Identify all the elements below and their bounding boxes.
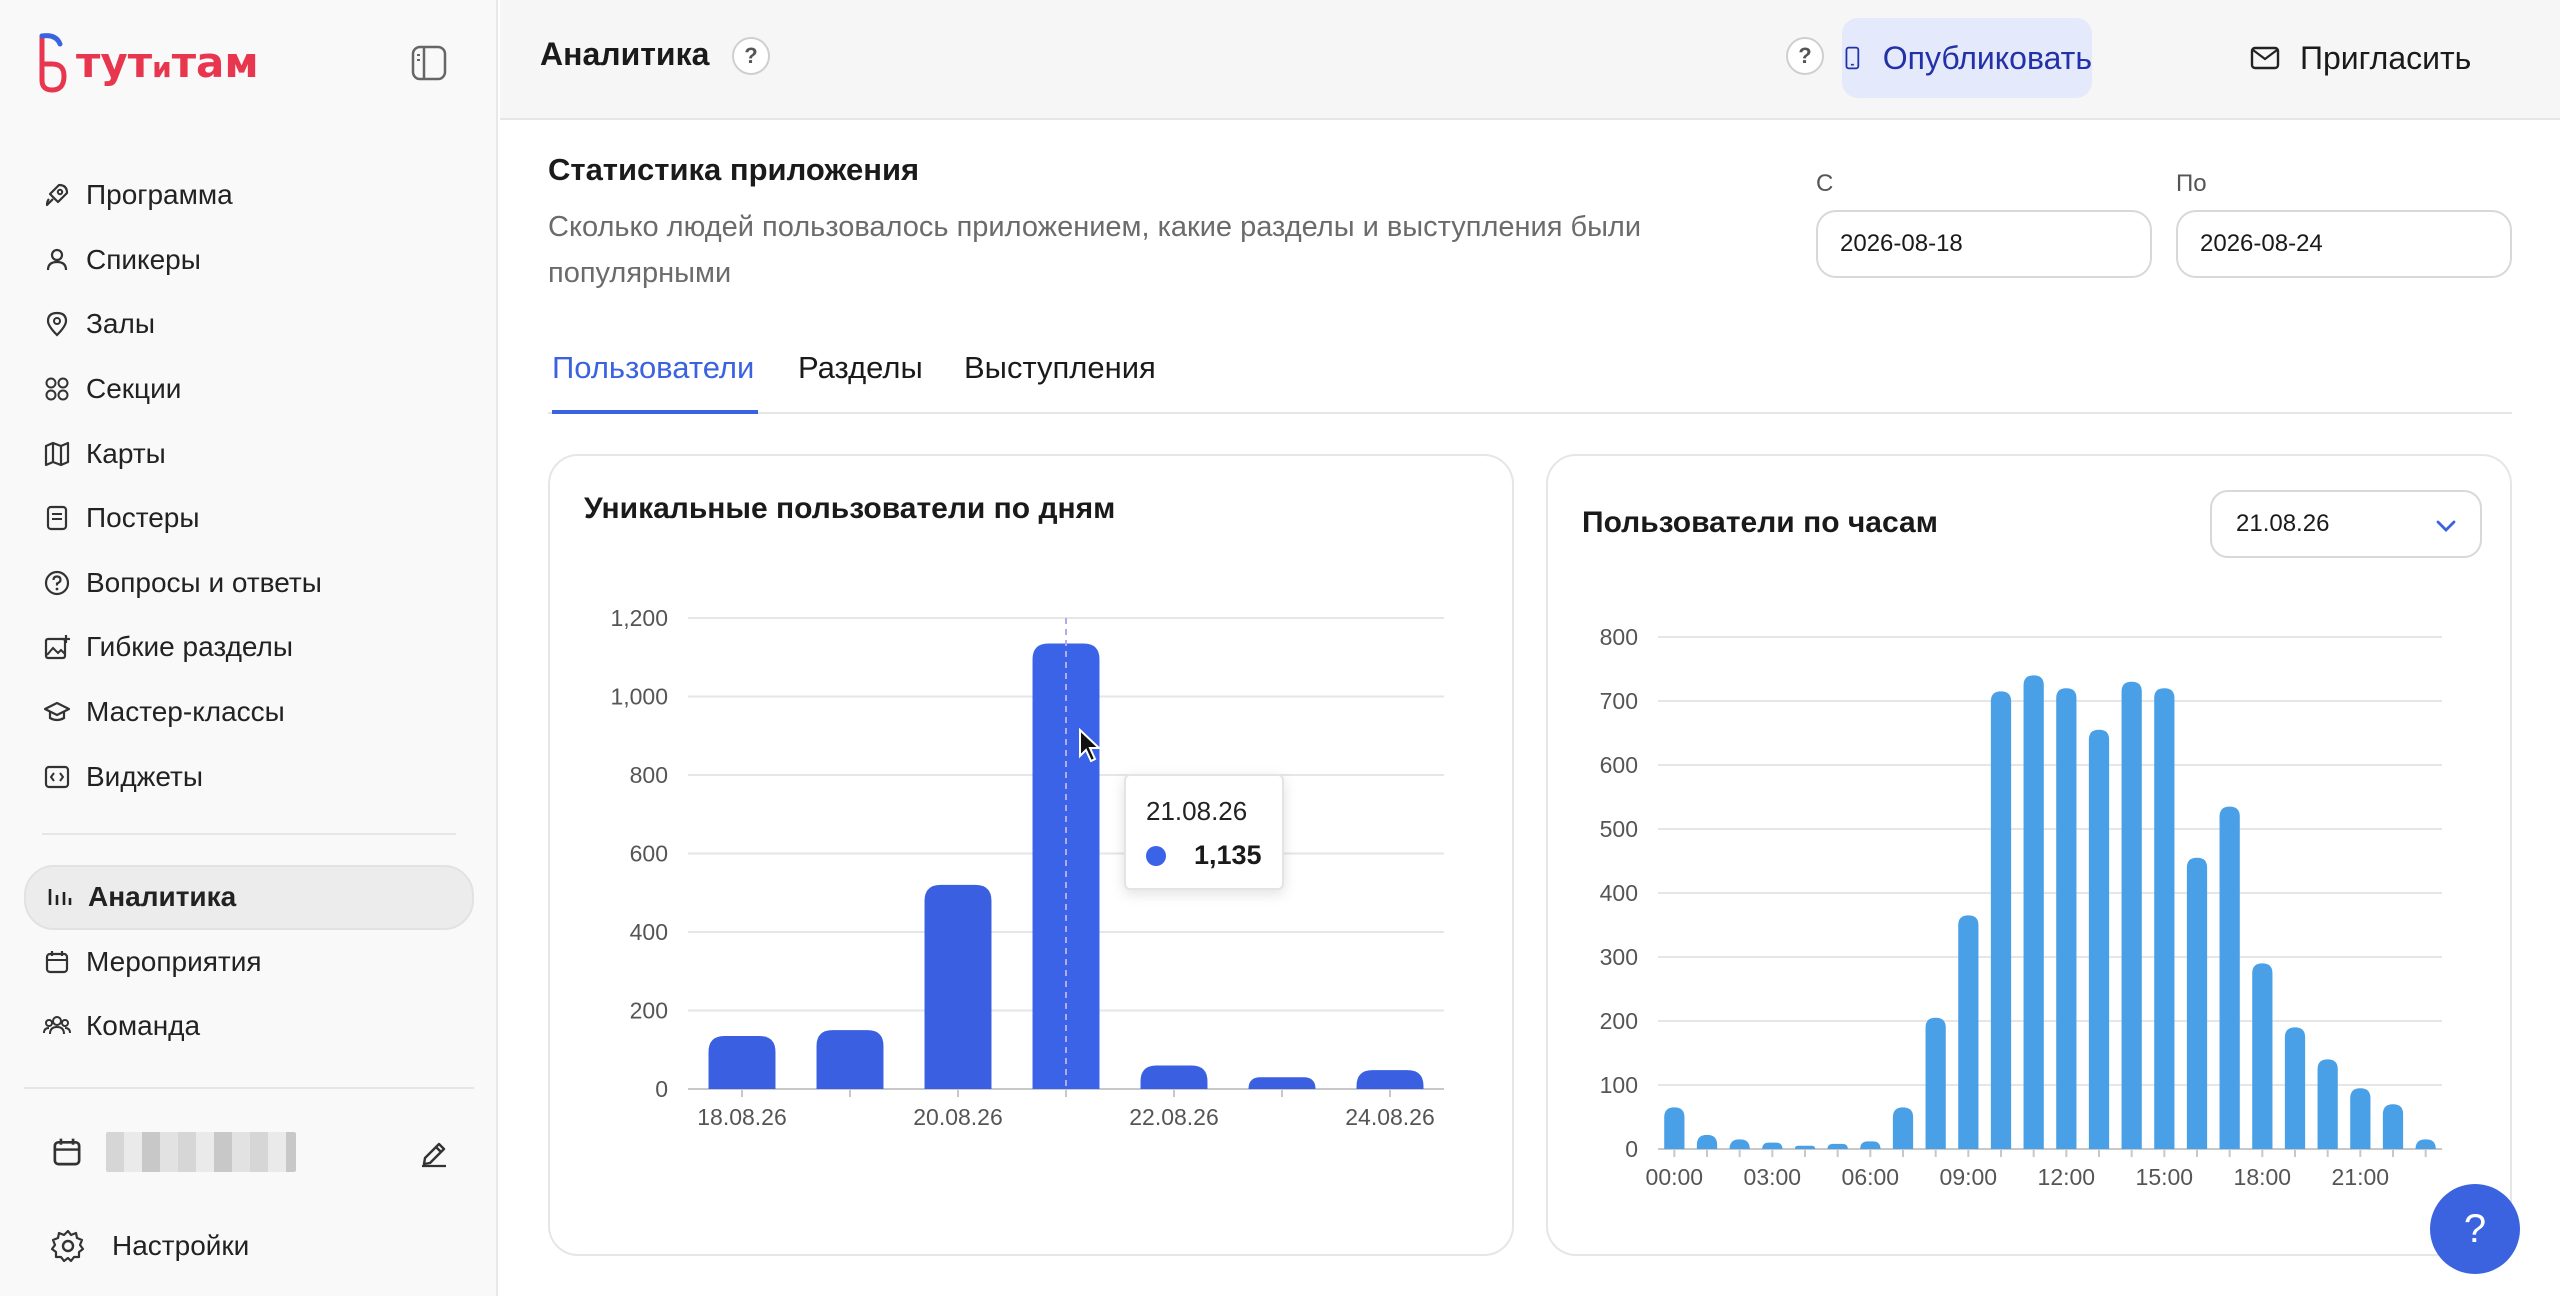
chart-bar: [2023, 675, 2044, 1149]
chart-bar: [2252, 963, 2273, 1149]
help-fab-button[interactable]: ?: [2430, 1184, 2520, 1274]
chart-bar: [1958, 915, 1979, 1149]
y-tick-label: 800: [630, 762, 668, 788]
y-tick-label: 400: [1600, 880, 1638, 906]
chart-bar: [2284, 1027, 2306, 1149]
x-tick-label: 09:00: [1940, 1164, 1998, 1190]
y-tick-label: 200: [1600, 1008, 1638, 1034]
chart-bar: [2088, 729, 2110, 1149]
y-tick-label: 600: [630, 841, 668, 867]
tooltip-date: 21.08.26: [1146, 796, 1248, 826]
y-tick-label: 200: [630, 998, 668, 1024]
x-tick-label: 12:00: [2038, 1164, 2096, 1190]
x-tick-label: 15:00: [2136, 1164, 2194, 1190]
chart-bar: [2382, 1104, 2404, 1149]
chart-bar: [816, 1030, 884, 1089]
chart-bar: [1356, 1070, 1424, 1089]
chart-bar: [1248, 1077, 1316, 1089]
chart-bar: [2154, 688, 2175, 1149]
chart-bar: [2219, 806, 2240, 1149]
chart-bar: [1925, 1017, 1946, 1149]
tooltip-value: 1,135: [1194, 840, 1262, 870]
mouse-cursor-icon: [1079, 728, 1102, 763]
y-tick-label: 400: [630, 919, 668, 945]
y-tick-label: 800: [1600, 624, 1638, 650]
x-tick-label: 18:00: [2234, 1164, 2292, 1190]
y-tick-label: 0: [655, 1076, 668, 1102]
chart-bar: [2186, 857, 2208, 1149]
chart-bar: [1140, 1065, 1208, 1089]
tooltip-series-dot: [1146, 846, 1166, 866]
chart-bar: [2121, 681, 2142, 1149]
y-tick-label: 600: [1600, 752, 1638, 778]
chart-bar: [2317, 1059, 2338, 1149]
y-tick-label: 300: [1600, 944, 1638, 970]
y-tick-label: 0: [1625, 1136, 1638, 1162]
x-tick-label: 06:00: [1842, 1164, 1900, 1190]
x-tick-label: 20.08.26: [913, 1104, 1003, 1130]
x-tick-label: 22.08.26: [1129, 1104, 1219, 1130]
chart-bar: [1696, 1134, 1718, 1149]
x-tick-label: 00:00: [1646, 1164, 1704, 1190]
x-tick-label: 21:00: [2332, 1164, 2390, 1190]
y-tick-label: 700: [1600, 688, 1638, 714]
chart-bar: [708, 1036, 776, 1089]
y-tick-label: 1,000: [610, 684, 668, 710]
chart-bar: [2350, 1088, 2371, 1149]
y-tick-label: 500: [1600, 816, 1638, 842]
chart-bar: [1762, 1142, 1783, 1149]
x-tick-label: 03:00: [1744, 1164, 1802, 1190]
x-tick-label: 24.08.26: [1345, 1104, 1435, 1130]
chart-bar: [1860, 1141, 1881, 1149]
chart-bar: [1827, 1143, 1848, 1149]
x-tick-label: 18.08.26: [697, 1104, 787, 1130]
y-tick-label: 1,200: [610, 605, 668, 631]
chart-bar: [1664, 1107, 1685, 1149]
chart-bar: [2415, 1139, 2436, 1149]
charts-layer: 0 200 400 600 800 1,000 1,200 18.08.26 20.08.26 2…: [610, 605, 2442, 1190]
chart-bar: [2056, 688, 2077, 1149]
y-tick-label: 100: [1600, 1072, 1638, 1098]
chart-bar: [1892, 1107, 1914, 1149]
chart-bar: [1794, 1145, 1816, 1149]
chart-bar: [924, 884, 992, 1089]
chart-bar: [1729, 1139, 1750, 1149]
chart-tooltip: 21.08.26 1,135: [1124, 774, 1284, 890]
chart-bar: [1990, 691, 2012, 1149]
